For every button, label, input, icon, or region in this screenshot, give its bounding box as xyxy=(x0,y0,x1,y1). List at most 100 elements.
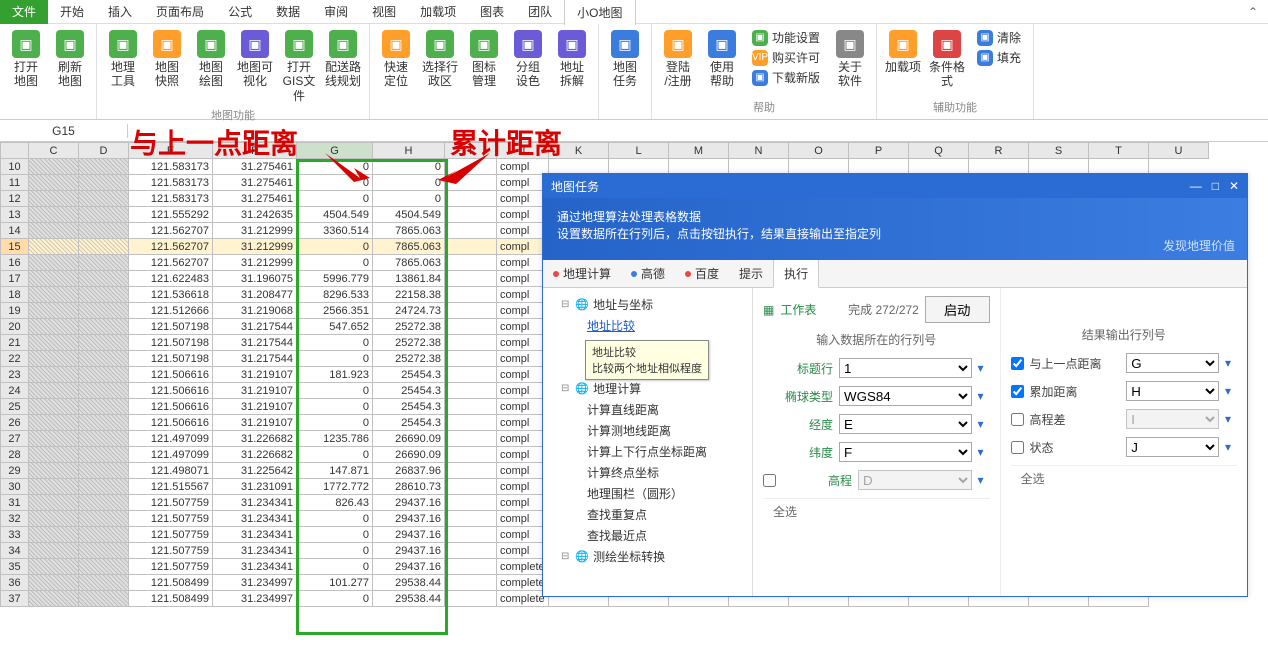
dropdown-icon[interactable]: ▾ xyxy=(978,445,990,459)
cell[interactable]: 0 xyxy=(373,159,445,175)
cell[interactable] xyxy=(79,223,129,239)
cell[interactable]: 31.212999 xyxy=(213,239,297,255)
row-header[interactable]: 29 xyxy=(1,463,29,479)
dropdown-icon[interactable]: ▾ xyxy=(978,417,990,431)
cell[interactable]: 121.555292 xyxy=(129,207,213,223)
cell[interactable] xyxy=(79,255,129,271)
tab-地理计算[interactable]: 地理计算 xyxy=(543,260,621,287)
cell[interactable]: 0 xyxy=(297,511,373,527)
cell[interactable] xyxy=(445,351,497,367)
cell[interactable] xyxy=(445,175,497,191)
menu-图表[interactable]: 图表 xyxy=(468,0,516,24)
cell[interactable] xyxy=(445,367,497,383)
cell[interactable] xyxy=(79,479,129,495)
cell[interactable] xyxy=(79,191,129,207)
cell[interactable]: 31.219107 xyxy=(213,383,297,399)
cell[interactable]: 0 xyxy=(297,255,373,271)
select-累加距离[interactable]: H xyxy=(1126,381,1219,401)
cell[interactable] xyxy=(445,463,497,479)
cell[interactable] xyxy=(445,159,497,175)
cell[interactable]: 31.275461 xyxy=(213,191,297,207)
cell[interactable]: 25454.3 xyxy=(373,415,445,431)
cell[interactable]: 826.43 xyxy=(297,495,373,511)
cell[interactable] xyxy=(79,543,129,559)
cell[interactable] xyxy=(79,383,129,399)
cell[interactable]: compl xyxy=(497,527,549,543)
select-与上一点距离[interactable]: G xyxy=(1126,353,1219,373)
ribbon-登陆/注册[interactable]: ▣登陆/注册 xyxy=(656,26,700,93)
cell[interactable] xyxy=(79,447,129,463)
cell[interactable] xyxy=(29,239,79,255)
tab-高德[interactable]: 高德 xyxy=(621,260,675,287)
cell[interactable]: 7865.063 xyxy=(373,223,445,239)
cell[interactable]: 1772.772 xyxy=(297,479,373,495)
cell[interactable] xyxy=(29,335,79,351)
cell[interactable] xyxy=(445,543,497,559)
row-header[interactable]: 17 xyxy=(1,271,29,287)
cell[interactable]: 121.507198 xyxy=(129,335,213,351)
cell[interactable] xyxy=(29,431,79,447)
cell[interactable]: 0 xyxy=(297,159,373,175)
cell[interactable]: compl xyxy=(497,207,549,223)
cell[interactable] xyxy=(445,511,497,527)
cell[interactable]: 121.507759 xyxy=(129,495,213,511)
cell[interactable]: compl xyxy=(497,511,549,527)
col-header-D[interactable]: D xyxy=(79,143,129,159)
dropdown-icon[interactable]: ▾ xyxy=(978,473,990,487)
cell[interactable] xyxy=(445,335,497,351)
cell[interactable] xyxy=(445,575,497,591)
cell[interactable]: 0 xyxy=(297,351,373,367)
ribbon-打开地图[interactable]: ▣打开地图 xyxy=(4,26,48,93)
cell[interactable]: 0 xyxy=(297,383,373,399)
row-header[interactable]: 24 xyxy=(1,383,29,399)
cell[interactable]: 121.515567 xyxy=(129,479,213,495)
col-header-G[interactable]: G xyxy=(297,143,373,159)
cell[interactable]: 0 xyxy=(373,175,445,191)
cell[interactable] xyxy=(445,287,497,303)
cell[interactable] xyxy=(29,591,79,607)
cell[interactable] xyxy=(445,271,497,287)
cell[interactable]: 0 xyxy=(297,527,373,543)
row-header[interactable]: 27 xyxy=(1,431,29,447)
cell[interactable]: 0 xyxy=(297,335,373,351)
cell[interactable]: compl xyxy=(497,271,549,287)
cell[interactable]: 25454.3 xyxy=(373,383,445,399)
row-header[interactable]: 11 xyxy=(1,175,29,191)
cell[interactable]: 31.212999 xyxy=(213,223,297,239)
select-经度[interactable]: E xyxy=(839,414,972,434)
cell[interactable] xyxy=(445,303,497,319)
cell[interactable]: 101.277 xyxy=(297,575,373,591)
cell[interactable]: 0 xyxy=(297,191,373,207)
cell[interactable]: 121.508499 xyxy=(129,591,213,607)
cell[interactable]: 547.652 xyxy=(297,319,373,335)
cell[interactable] xyxy=(79,495,129,511)
cell[interactable] xyxy=(29,543,79,559)
row-header[interactable]: 15 xyxy=(1,239,29,255)
col-header-N[interactable]: N xyxy=(729,143,789,159)
cell[interactable]: 0 xyxy=(297,591,373,607)
cell[interactable]: 31.234341 xyxy=(213,511,297,527)
checkbox-累加距离[interactable] xyxy=(1011,385,1024,398)
row-header[interactable]: 21 xyxy=(1,335,29,351)
row-header[interactable]: 32 xyxy=(1,511,29,527)
cell[interactable]: 3360.514 xyxy=(297,223,373,239)
cell[interactable]: 31.234997 xyxy=(213,575,297,591)
col-header-S[interactable]: S xyxy=(1029,143,1089,159)
cell[interactable] xyxy=(79,159,129,175)
menu-开始[interactable]: 开始 xyxy=(48,0,96,24)
cell[interactable]: 29538.44 xyxy=(373,575,445,591)
cell[interactable]: 5996.779 xyxy=(297,271,373,287)
ribbon-分组设色[interactable]: ▣分组设色 xyxy=(506,26,550,93)
cell[interactable]: 121.507759 xyxy=(129,543,213,559)
ribbon-地图快照[interactable]: ▣地图快照 xyxy=(145,26,189,93)
col-header-I[interactable]: I xyxy=(445,143,497,159)
cell[interactable]: 0 xyxy=(297,415,373,431)
dropdown-icon[interactable]: ▾ xyxy=(978,361,990,375)
menu-公式[interactable]: 公式 xyxy=(216,0,264,24)
cell[interactable]: 121.583173 xyxy=(129,159,213,175)
menu-插入[interactable]: 插入 xyxy=(96,0,144,24)
cell[interactable]: 28610.73 xyxy=(373,479,445,495)
cell[interactable]: 31.242635 xyxy=(213,207,297,223)
cell[interactable]: compl xyxy=(497,191,549,207)
ribbon-使用帮助[interactable]: ▣使用帮助 xyxy=(700,26,744,93)
